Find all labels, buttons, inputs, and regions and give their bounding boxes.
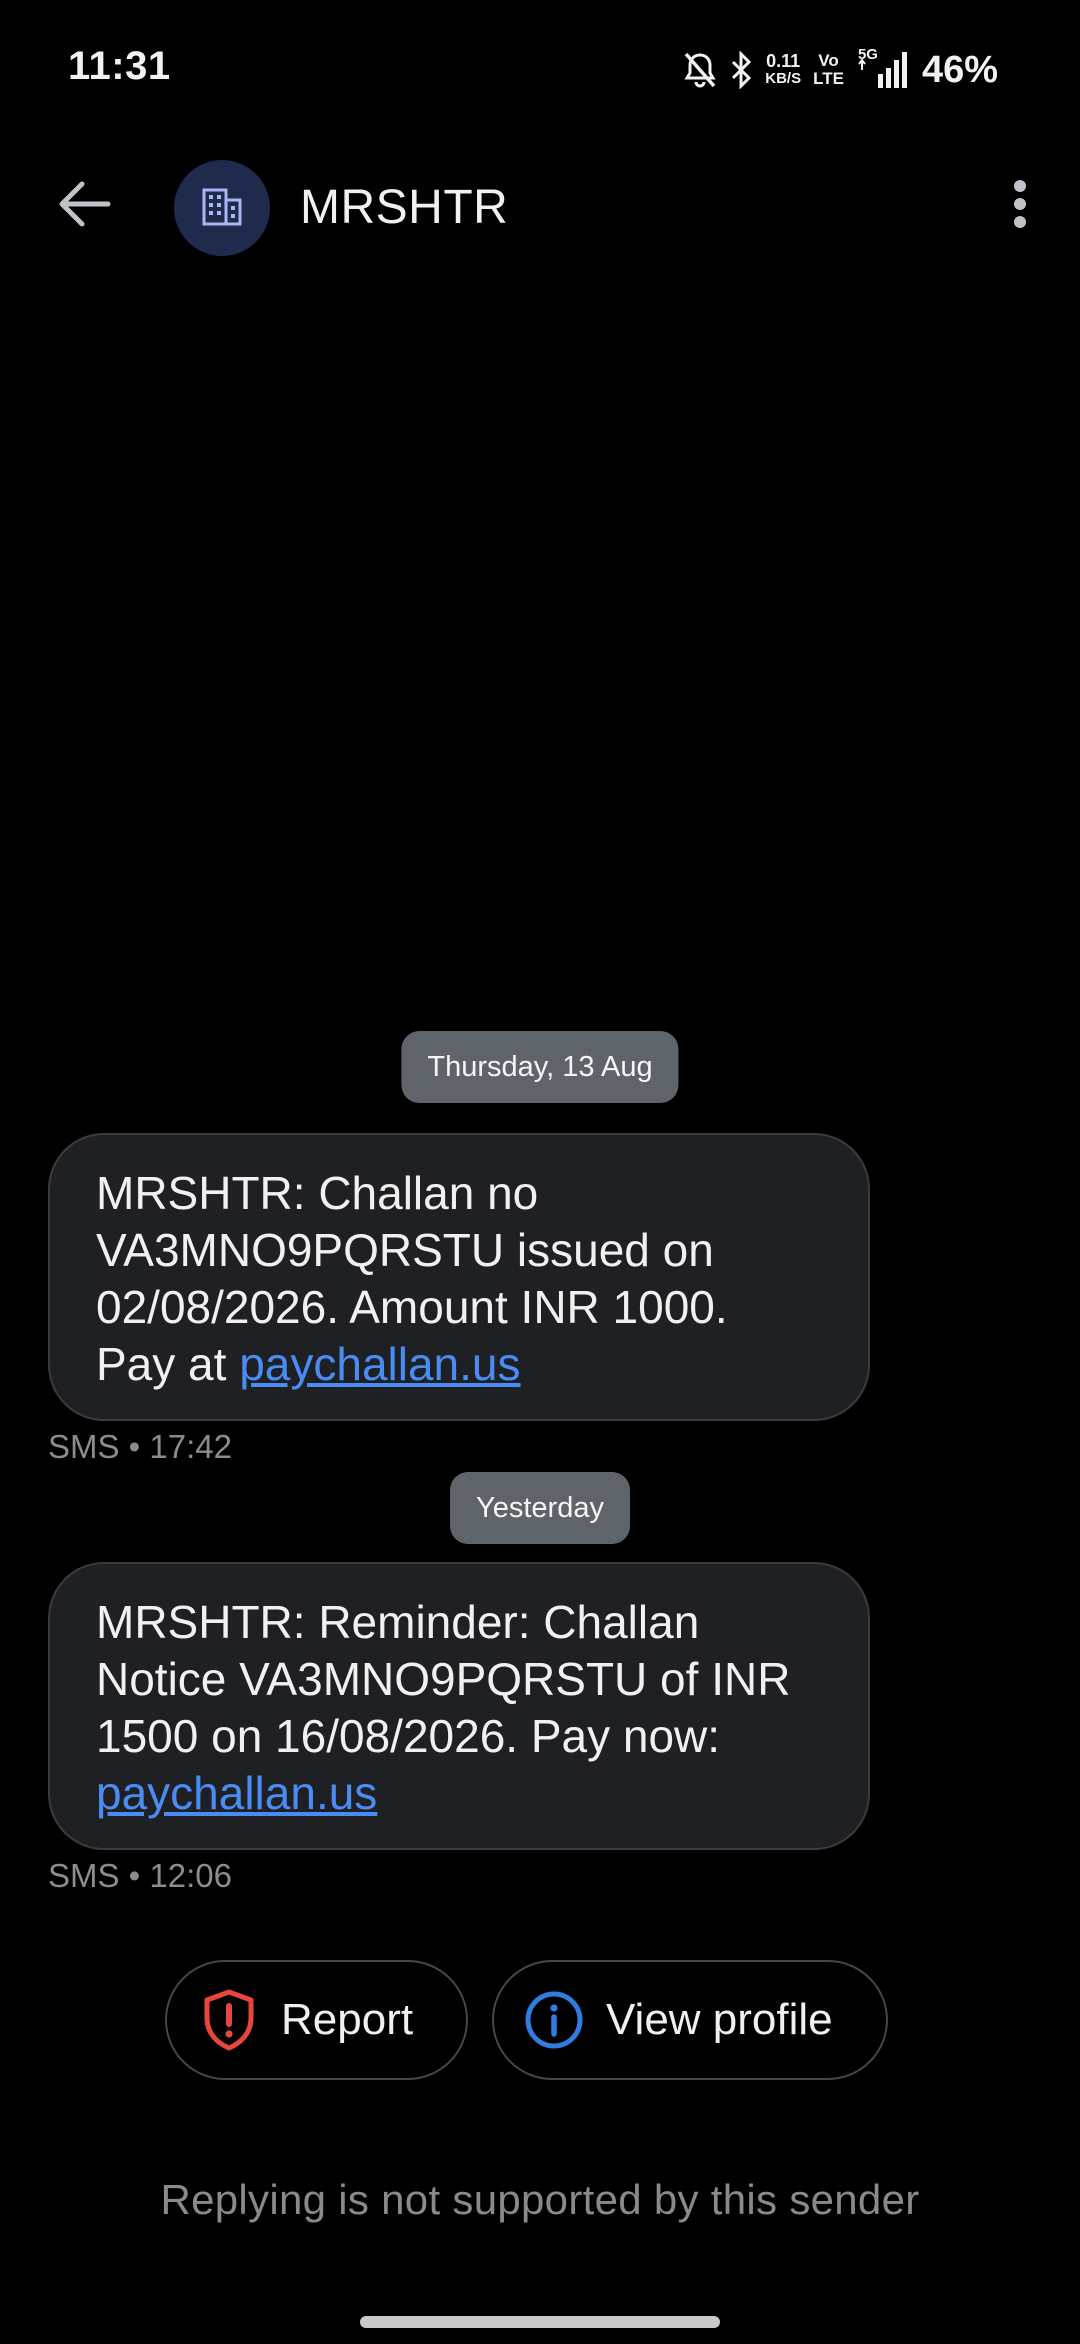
- message-line: paychallan.us: [96, 1765, 824, 1822]
- volte-indicator: Vo LTE: [813, 52, 844, 88]
- arrow-back-icon: [56, 180, 112, 233]
- date-separator: Yesterday: [450, 1472, 630, 1544]
- conversation-header: MRSHTR: [0, 150, 1080, 262]
- status-time: 11:31: [68, 44, 171, 88]
- network-type: 5G: [857, 46, 878, 63]
- bell-off-icon: [683, 51, 717, 89]
- message-link[interactable]: paychallan.us: [239, 1338, 520, 1390]
- shield-alert-icon: [197, 1988, 261, 2052]
- message-line: Pay at paychallan.us: [96, 1336, 824, 1393]
- message-line: 1500 on 16/08/2026. Pay now:: [96, 1710, 721, 1762]
- network-speed-value: 0.11: [766, 51, 801, 71]
- back-button[interactable]: [46, 172, 122, 240]
- message-line: MRSHTR: Reminder: Challan: [96, 1596, 700, 1648]
- message-meta: SMS • 17:42: [48, 1428, 232, 1465]
- battery-level: 46%: [921, 48, 998, 91]
- status-icons: 0.11 KB/S Vo LTE 5G 46%: [683, 44, 998, 96]
- volte-top: Vo: [818, 51, 839, 70]
- view-profile-button[interactable]: View profile: [492, 1960, 888, 2080]
- view-profile-label: View profile: [606, 1995, 833, 2044]
- message-line: 02/08/2026. Amount INR 1000.: [96, 1281, 728, 1333]
- date-separator: Thursday, 13 Aug: [401, 1031, 679, 1103]
- reply-unsupported-note: Replying is not supported by this sender: [160, 2176, 920, 2223]
- volte-bottom: LTE: [813, 69, 844, 88]
- message-bubble[interactable]: MRSHTR: Reminder: Challan Notice VA3MNO9…: [48, 1562, 870, 1850]
- info-icon: [522, 1988, 586, 2052]
- message-meta: SMS • 12:06: [48, 1857, 232, 1894]
- sender-name[interactable]: MRSHTR: [300, 180, 508, 235]
- report-label: Report: [281, 1995, 414, 2044]
- message-line: MRSHTR: Challan no: [96, 1167, 539, 1219]
- message-line: Notice VA3MNO9PQRSTU of INR: [96, 1653, 791, 1705]
- network-speed: 0.11 KB/S: [765, 52, 801, 88]
- message-text: Pay at: [96, 1338, 240, 1390]
- message-link[interactable]: paychallan.us: [96, 1767, 377, 1819]
- status-bar: 11:31 0.11 KB/S Vo LTE 5G 46%: [0, 0, 1080, 130]
- building-icon: [200, 186, 244, 231]
- bluetooth-icon: [729, 51, 753, 89]
- signal-icon: 5G: [856, 46, 908, 90]
- message-bubble[interactable]: MRSHTR: Challan no VA3MNO9PQRSTU issued …: [48, 1133, 870, 1421]
- message-line: VA3MNO9PQRSTU issued on: [96, 1224, 714, 1276]
- report-button[interactable]: Report: [165, 1960, 468, 2080]
- more-options-button[interactable]: [990, 172, 1050, 240]
- network-speed-unit: KB/S: [765, 70, 802, 87]
- home-indicator[interactable]: [360, 2316, 720, 2328]
- sender-avatar[interactable]: [174, 160, 270, 256]
- messages-screen: 11:31 0.11 KB/S Vo LTE 5G 46% MRSHTR Thu…: [0, 0, 1080, 2344]
- more-vertical-icon: [1012, 178, 1028, 235]
